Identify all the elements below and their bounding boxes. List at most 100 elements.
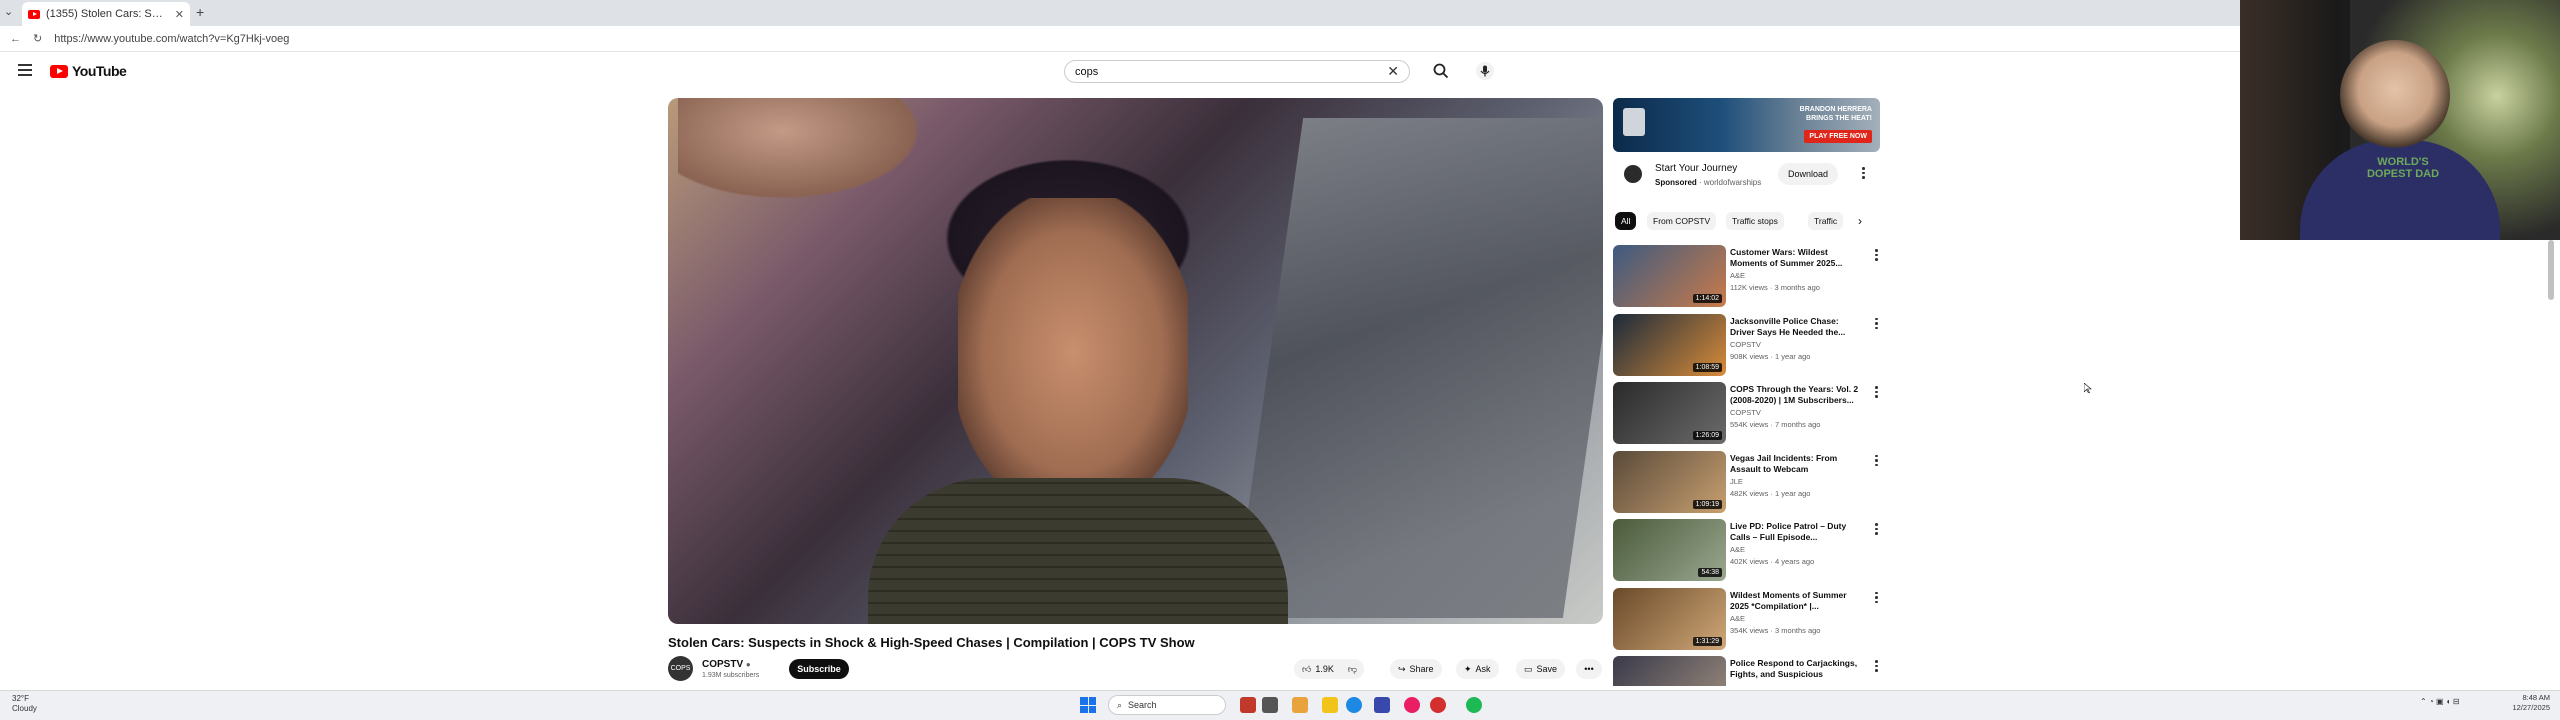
taskbar-search[interactable]: ⌕ Search (1108, 695, 1226, 715)
video-thumbnail[interactable]: 1:31:29 (1613, 587, 1726, 650)
video-thumbnail[interactable]: 1:14:02 (1613, 245, 1726, 307)
recommended-meta: 354K views · 3 months ago (1730, 625, 1821, 635)
like-count[interactable]: 1.9K (1315, 664, 1334, 674)
channel-name[interactable]: COPSTV ● (702, 659, 751, 670)
tab-title: (1355) Stolen Cars: Suspects i (46, 8, 169, 20)
ad-title[interactable]: Start Your Journey (1655, 163, 1737, 174)
recommended-title[interactable]: Live PD: Police Patrol – Duty Calls – Fu… (1730, 521, 1860, 543)
video-duration: 1:26:09 (1692, 431, 1722, 440)
recommended-video[interactable]: Police Respond to Carjackings, Fights, a… (1613, 656, 1883, 686)
weather-widget[interactable]: 32°F Cloudy (12, 694, 37, 714)
dislike-icon[interactable]: 👎︎ (1348, 664, 1357, 675)
chip-scroll-right-icon[interactable]: › (1858, 214, 1862, 228)
recommended-video[interactable]: 1:14:02 Customer Wars: Wildest Moments o… (1613, 245, 1883, 309)
video-thumbnail[interactable]: 54:38 (1613, 519, 1726, 581)
subscribe-button[interactable]: Subscribe (789, 659, 849, 679)
recommended-title[interactable]: Wildest Moments of Summer 2025 *Compilat… (1730, 590, 1860, 612)
chip-traffic-stops[interactable]: Traffic stops (1726, 212, 1784, 230)
weather-desc: Cloudy (12, 704, 37, 713)
recommended-video[interactable]: 1:09:19 Vegas Jail Incidents: From Assau… (1613, 450, 1883, 515)
video-player[interactable] (668, 98, 1603, 624)
recommended-video[interactable]: 54:38 Live PD: Police Patrol – Duty Call… (1613, 519, 1883, 583)
video-title: Stolen Cars: Suspects in Shock & High-Sp… (668, 635, 1195, 650)
windows-start-icon[interactable] (1080, 697, 1096, 713)
reload-icon[interactable]: ↻ (33, 32, 42, 45)
recommended-meta: 402K views · 4 years ago (1730, 557, 1815, 566)
video-frame-hand (678, 98, 938, 208)
recommended-title[interactable]: Vegas Jail Incidents: From Assault to We… (1730, 453, 1860, 475)
recommended-more-icon[interactable] (1875, 386, 1879, 398)
advertiser-logo-icon (1624, 165, 1642, 183)
recommended-more-icon[interactable] (1875, 249, 1879, 261)
file-explorer-icon[interactable] (1322, 697, 1338, 713)
page-scrollbar[interactable] (2548, 240, 2554, 300)
recommended-channel[interactable]: A&E (1730, 545, 1745, 554)
more-actions-button[interactable]: ••• (1576, 659, 1602, 679)
video-thumbnail[interactable]: 1:08:59 (1613, 313, 1726, 376)
system-tray[interactable]: ⌃ ◔ ▣ ◖ ⊟ (2420, 697, 2460, 706)
save-icon: ▭ (1524, 663, 1533, 674)
recommended-meta: 482K views · 1 year ago (1730, 488, 1811, 498)
taskbar (0, 690, 2560, 720)
app-icon[interactable] (1374, 697, 1390, 713)
recommended-channel[interactable]: COPSTV (1730, 340, 1761, 349)
subscriber-count: 1.93M subscribers (702, 672, 760, 679)
microphone-icon[interactable] (1476, 62, 1494, 80)
folder-icon[interactable] (1292, 697, 1308, 713)
recommended-more-icon[interactable] (1875, 660, 1879, 672)
video-thumbnail[interactable]: 1:26:09 (1613, 382, 1726, 444)
recommended-video[interactable]: 1:26:09 COPS Through the Years: Vol. 2 (… (1613, 382, 1883, 446)
recommended-meta: 554K views · 7 months ago (1730, 420, 1821, 429)
like-icon[interactable]: 👍︎ (1302, 664, 1311, 675)
recommended-video[interactable]: 1:08:59 Jacksonville Police Chase: Drive… (1613, 313, 1883, 378)
taskbar-app-icon[interactable] (1240, 697, 1256, 713)
ad-download-button[interactable]: Download (1778, 163, 1838, 185)
ask-button[interactable]: ✦ Ask (1456, 659, 1499, 679)
ad-more-icon[interactable] (1862, 167, 1866, 179)
url-field[interactable]: https://www.youtube.com/watch?v=Kg7Hkj-v… (54, 33, 289, 45)
weather-temp: 32°F (12, 694, 29, 703)
youtube-logo[interactable]: YouTube (50, 63, 127, 79)
chip-from-copstv[interactable]: From COPSTV (1647, 212, 1717, 230)
video-thumbnail[interactable]: 1:09:19 (1613, 450, 1726, 513)
task-view-icon[interactable] (1262, 697, 1278, 713)
recommended-channel[interactable]: JLE (1730, 477, 1743, 486)
recommended-title[interactable]: Police Respond to Carjackings, Fights, a… (1730, 658, 1860, 680)
webcam-shirt-text: WORLD'S DOPEST DAD (2366, 156, 2440, 180)
edge-browser-icon[interactable] (1346, 697, 1362, 713)
search-input[interactable]: cops ✕ (1064, 60, 1410, 83)
chip-all[interactable]: All (1615, 212, 1637, 230)
chip-traffic[interactable]: Traffic (1808, 212, 1844, 230)
chat-app-icon[interactable] (1404, 697, 1420, 713)
spotify-icon[interactable] (1466, 697, 1482, 713)
video-duration: 54:38 (1698, 568, 1722, 577)
ad-banner-cta[interactable]: PLAY FREE NOW (1804, 130, 1872, 143)
search-icon[interactable] (1432, 62, 1450, 80)
recommended-more-icon[interactable] (1875, 523, 1879, 535)
save-label: Save (1536, 664, 1558, 674)
recommended-channel[interactable]: A&E (1730, 271, 1745, 280)
recommended-title[interactable]: Jacksonville Police Chase: Driver Says H… (1730, 316, 1860, 338)
recommended-channel[interactable]: A&E (1730, 614, 1745, 623)
save-button[interactable]: ▭ Save (1516, 659, 1566, 679)
clear-search-icon[interactable]: ✕ (1387, 63, 1399, 80)
recommended-more-icon[interactable] (1875, 591, 1879, 603)
back-icon[interactable]: ← (10, 33, 21, 45)
recommended-title[interactable]: Customer Wars: Wildest Moments of Summer… (1730, 247, 1860, 269)
recommended-video[interactable]: 1:31:29 Wildest Moments of Summer 2025 *… (1613, 587, 1883, 652)
tab-search-icon[interactable]: ⌄ (4, 5, 13, 18)
recommended-channel[interactable]: COPSTV (1730, 408, 1761, 417)
channel-avatar[interactable]: COPS (668, 656, 693, 681)
recommended-title[interactable]: COPS Through the Years: Vol. 2 (2008-202… (1730, 384, 1860, 406)
browser-tab[interactable]: (1355) Stolen Cars: Suspects i ✕ (22, 2, 190, 26)
close-tab-icon[interactable]: ✕ (175, 8, 184, 21)
menu-icon[interactable] (18, 64, 32, 76)
taskbar-clock[interactable]: 8:48 AM 12/27/2025 (2498, 693, 2550, 713)
recommended-more-icon[interactable] (1875, 317, 1879, 329)
recommended-more-icon[interactable] (1875, 454, 1879, 466)
new-tab-icon[interactable]: + (196, 4, 204, 20)
video-thumbnail[interactable] (1613, 656, 1726, 686)
chrome-icon[interactable] (1430, 697, 1446, 713)
ad-banner[interactable]: BRANDON HERRERA BRINGS THE HEAT! PLAY FR… (1613, 98, 1880, 152)
share-button[interactable]: ↪ Share (1390, 659, 1442, 679)
